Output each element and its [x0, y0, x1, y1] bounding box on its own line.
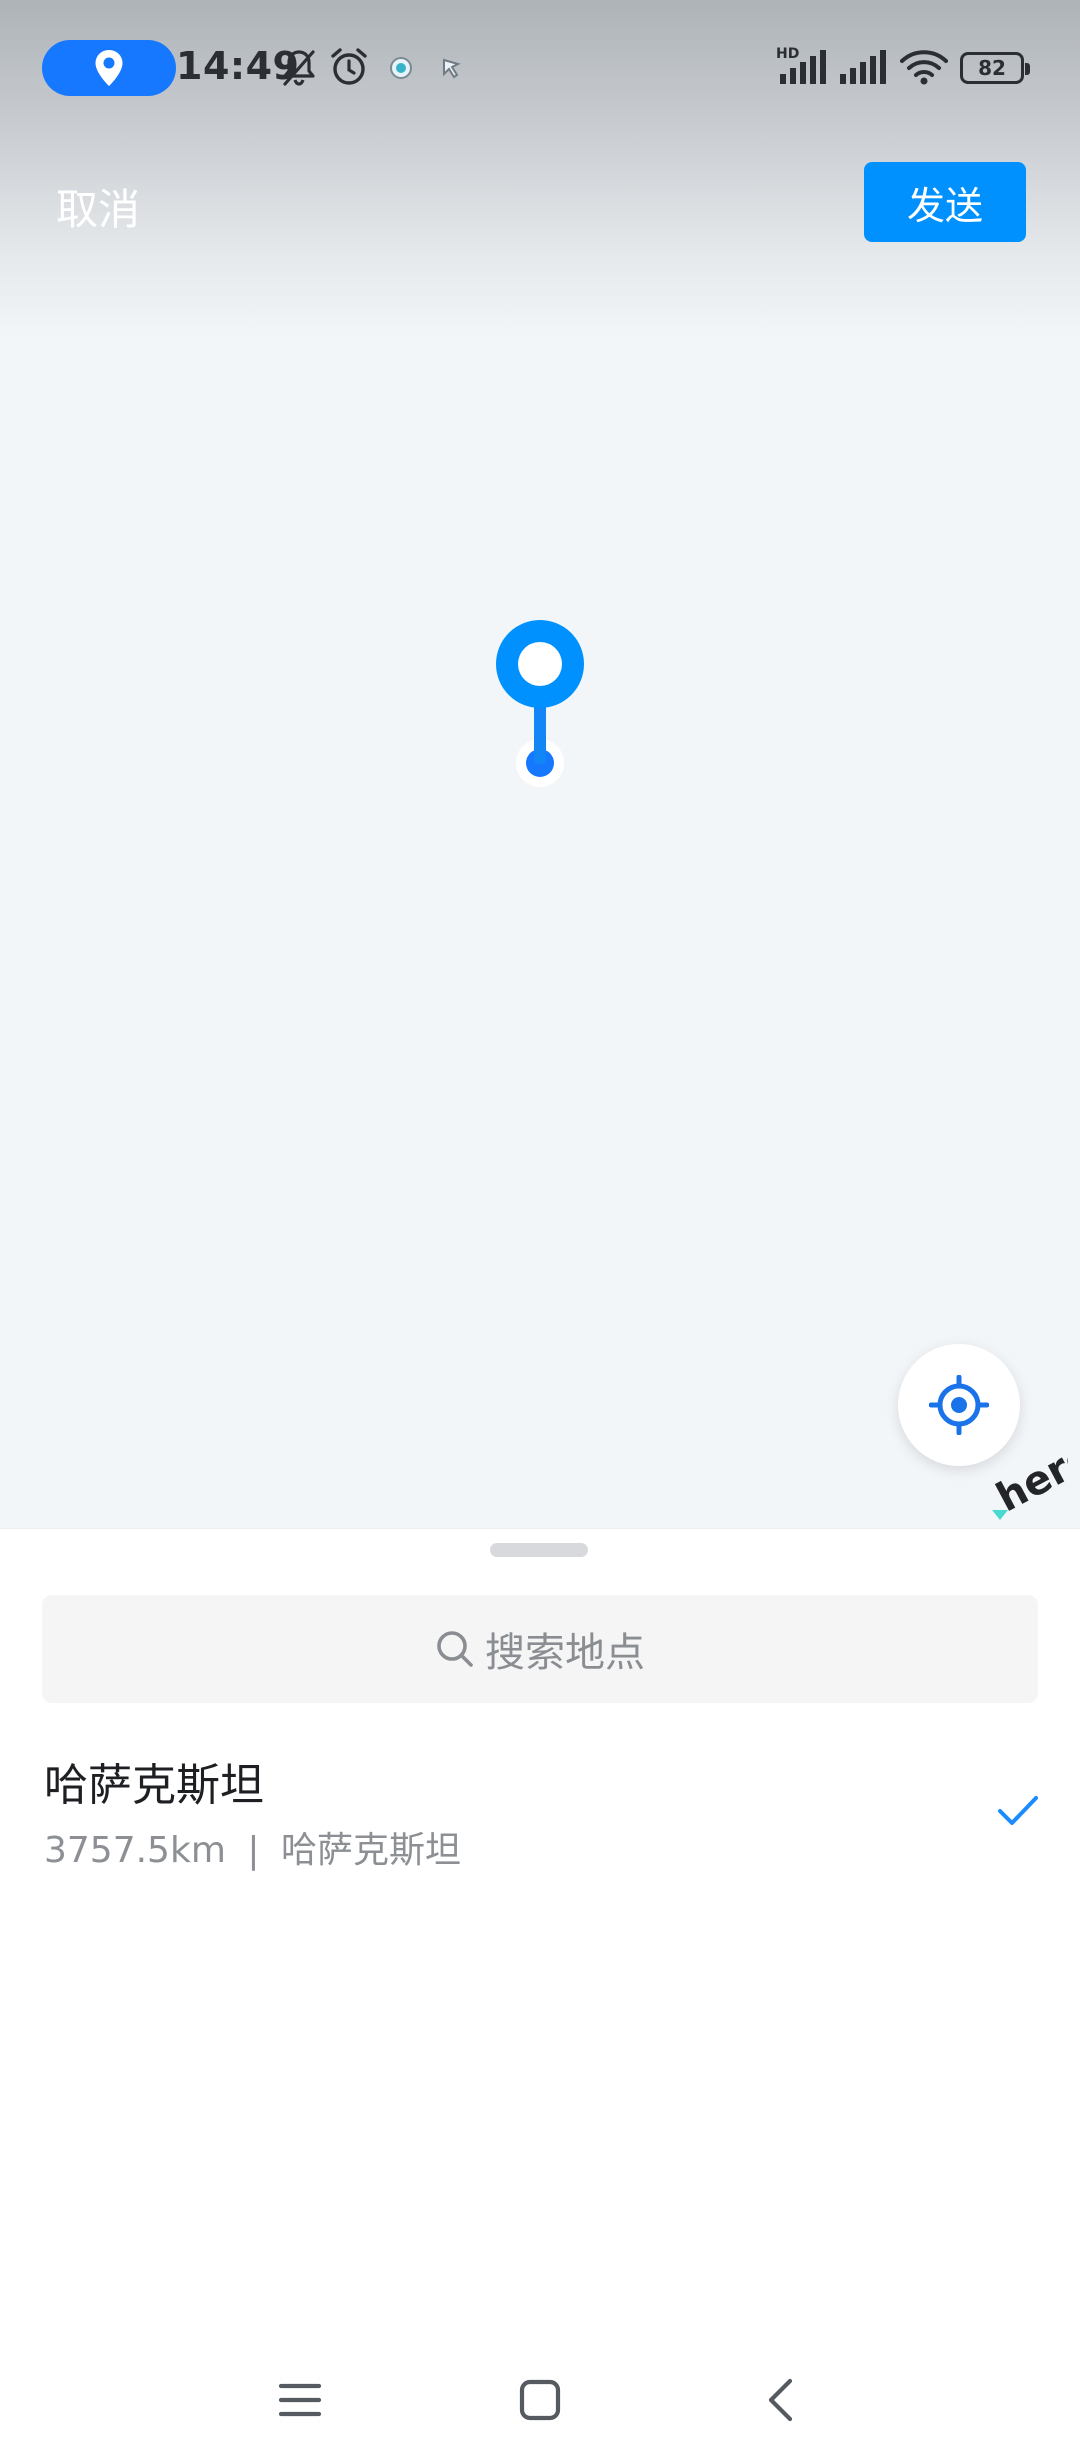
mute-bell-icon [283, 50, 315, 86]
place-separator: | [247, 1830, 260, 1871]
location-status-pill[interactable] [42, 40, 176, 96]
home-icon [519, 2379, 561, 2421]
recent-apps-button[interactable] [260, 2370, 340, 2430]
search-placeholder: 搜索地点 [485, 1630, 645, 1676]
send-button[interactable]: 发送 [864, 162, 1026, 242]
search-input[interactable]: 搜索地点 [42, 1595, 1038, 1703]
back-icon [768, 2378, 793, 2422]
wifi-icon [900, 50, 948, 85]
place-distance: 3757.5km [44, 1830, 226, 1871]
search-icon [437, 1631, 473, 1667]
signal-icon [840, 50, 886, 84]
alarm-icon [331, 48, 367, 85]
battery-icon: 82 [960, 52, 1030, 84]
app-notification-icon [390, 57, 412, 79]
location-picker-screen: 14:49 HD 82 取消 发送 here 搜索地点 哈萨克斯坦 3757.5… [0, 0, 1080, 2460]
app-notification-icon [443, 58, 461, 79]
home-button[interactable] [500, 2370, 580, 2430]
crosshair-icon [929, 1375, 989, 1435]
cancel-button[interactable]: 取消 [56, 176, 140, 237]
menu-icon [278, 2383, 322, 2417]
svg-text:here: here [989, 1448, 1068, 1520]
place-name: 哈萨克斯坦 [44, 1760, 264, 1811]
location-pin-icon [95, 50, 123, 86]
sheet-drag-handle[interactable] [490, 1543, 588, 1557]
place-subtitle: 3757.5km | 哈萨克斯坦 [44, 1821, 461, 1873]
map-pin-icon[interactable] [494, 618, 586, 794]
place-region: 哈萨克斯坦 [280, 1830, 461, 1871]
here-logo: here [988, 1433, 1080, 1524]
navigation-bar [0, 2340, 1080, 2460]
back-button[interactable] [740, 2370, 820, 2430]
bottom-sheet: 搜索地点 哈萨克斯坦 3757.5km | 哈萨克斯坦 [0, 1528, 1080, 2460]
list-item[interactable]: 哈萨克斯坦 3757.5km | 哈萨克斯坦 [0, 1749, 1080, 1899]
map-view[interactable]: 14:49 HD 82 取消 发送 here [0, 0, 1080, 1528]
signal-icon [780, 50, 826, 84]
check-icon [998, 1796, 1038, 1825]
status-bar: 14:49 HD 82 [0, 0, 1080, 136]
